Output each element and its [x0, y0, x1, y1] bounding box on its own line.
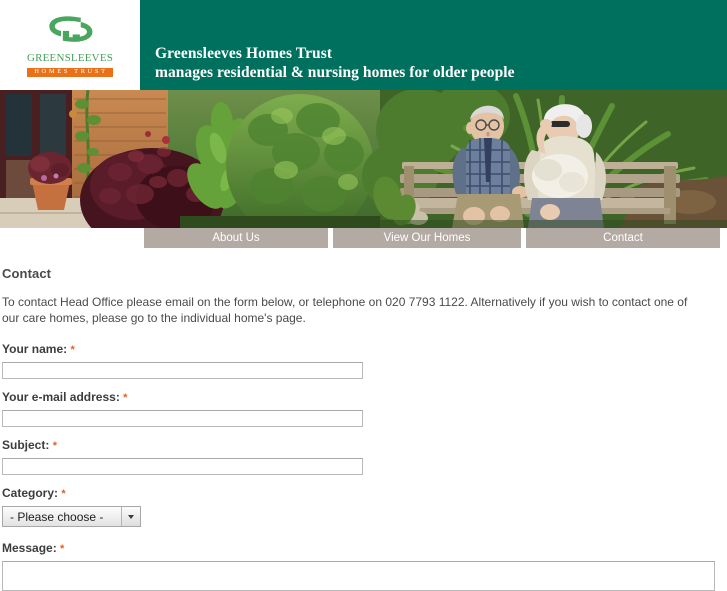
message-textarea[interactable]: [2, 561, 715, 591]
header-tagline-line2: manages residential & nursing homes for …: [155, 64, 515, 81]
field-category: Category: * - Please choose -: [2, 486, 717, 530]
category-selected-value: - Please choose -: [10, 510, 104, 524]
label-subject-text: Subject:: [2, 438, 50, 452]
label-subject: Subject: *: [2, 438, 717, 452]
field-your-name: Your name: *: [2, 342, 717, 379]
field-your-email: Your e-mail address: *: [2, 390, 717, 427]
nav-item-about-us[interactable]: About Us: [144, 228, 328, 248]
page-title: Contact: [2, 266, 52, 281]
site-header: Greensleeves HOMES TRUST Greensleeves Ho…: [0, 0, 727, 90]
required-asterisk: *: [70, 344, 75, 356]
site-logo[interactable]: Greensleeves HOMES TRUST: [0, 0, 140, 90]
intro-paragraph: To contact Head Office please email on t…: [2, 295, 688, 325]
field-subject: Subject: *: [2, 438, 717, 475]
required-asterisk: *: [61, 488, 66, 500]
header-tagline-line1: Greensleeves Homes Trust: [155, 45, 333, 62]
subject-input[interactable]: [2, 458, 363, 475]
required-asterisk: *: [123, 392, 128, 404]
chevron-down-icon[interactable]: [121, 507, 140, 526]
label-your-name: Your name: *: [2, 342, 717, 356]
label-your-email-text: Your e-mail address:: [2, 390, 120, 404]
label-message-text: Message:: [2, 541, 57, 555]
nav-item-view-our-homes[interactable]: View Our Homes: [333, 228, 521, 248]
label-your-name-text: Your name:: [2, 342, 68, 356]
logo-wordmark: Greensleeves: [26, 48, 114, 65]
garden-couple-bench-photo: [0, 90, 727, 228]
field-message: Message: *: [2, 541, 717, 591]
your-name-input[interactable]: [2, 362, 363, 379]
your-email-input[interactable]: [2, 410, 363, 427]
greensleeves-swirl-icon: [49, 16, 93, 42]
header-tagline: Greensleeves Homes Trust manages residen…: [155, 44, 515, 82]
page-root: Greensleeves HOMES TRUST Greensleeves Ho…: [0, 0, 727, 591]
logo-subtitle: HOMES TRUST: [27, 67, 113, 77]
main-navigation: About Us View Our Homes Contact: [0, 228, 727, 252]
hero-banner-image: [0, 90, 727, 228]
required-asterisk: *: [52, 440, 57, 452]
label-your-email: Your e-mail address: *: [2, 390, 717, 404]
category-select[interactable]: - Please choose -: [2, 506, 141, 527]
label-category: Category: *: [2, 486, 717, 500]
label-message: Message: *: [2, 541, 717, 555]
nav-item-contact[interactable]: Contact: [526, 228, 720, 248]
main-content: Contact To contact Head Office please em…: [0, 252, 727, 591]
label-category-text: Category:: [2, 486, 59, 500]
